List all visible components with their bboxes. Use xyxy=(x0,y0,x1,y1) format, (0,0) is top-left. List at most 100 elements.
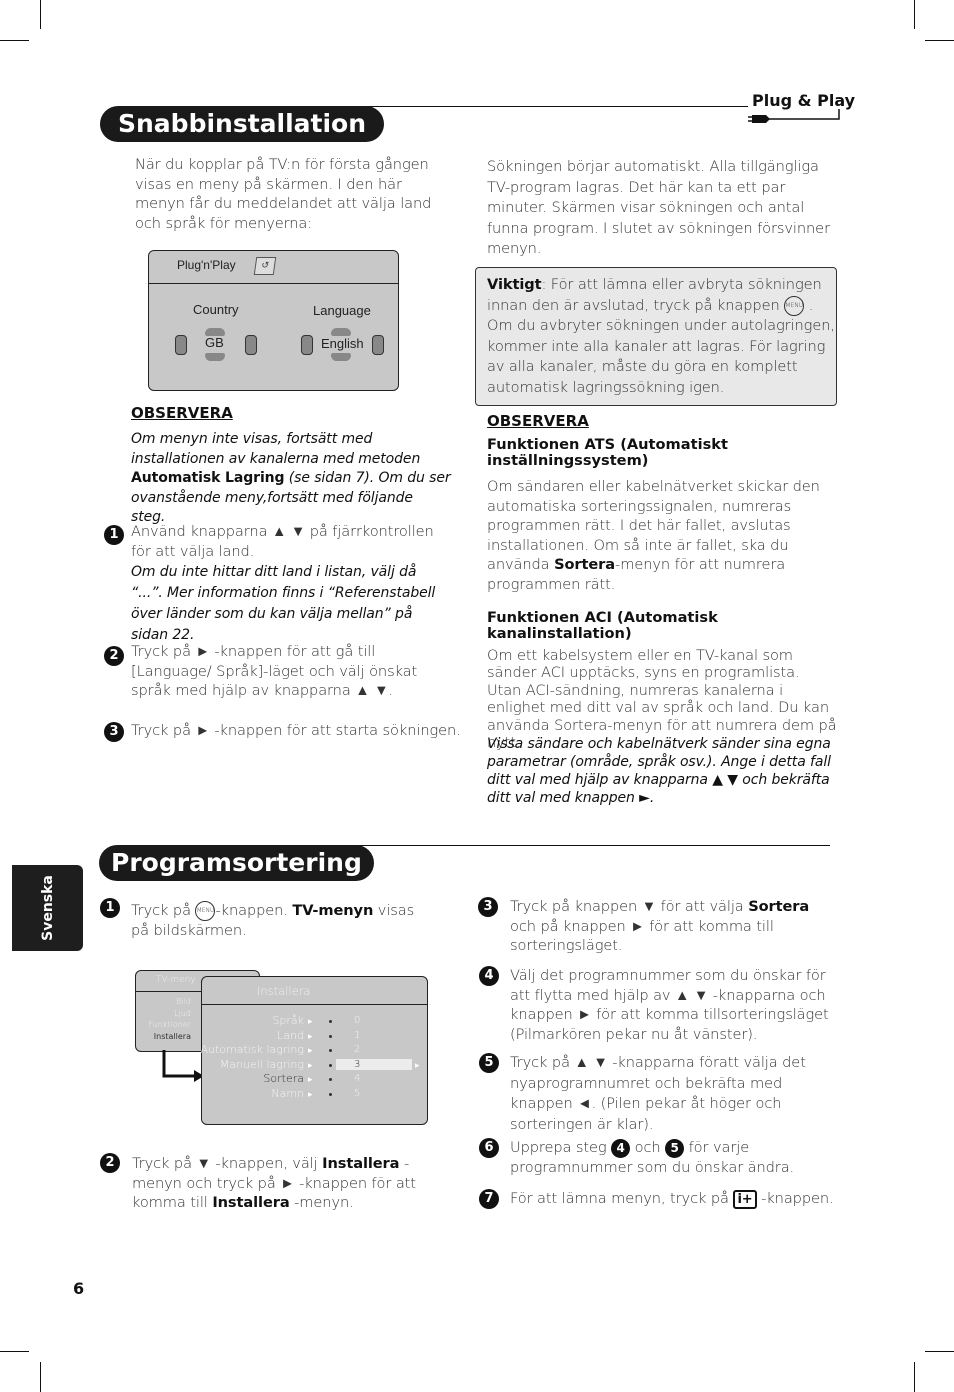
section-rule xyxy=(300,845,830,846)
tv-menu-item[interactable]: Bild xyxy=(149,996,191,1008)
submenu-arrow-icon: ▸ xyxy=(308,1075,313,1086)
crop-mark xyxy=(925,1351,954,1352)
text-part: -menyn. xyxy=(289,1194,354,1211)
step-ref-5: 5 xyxy=(665,1138,685,1158)
language-side-tab: Svenska xyxy=(12,865,83,951)
step-1-text: Använd knapparna ▲ ▼ på fjärrkontrollen … xyxy=(131,522,451,646)
plug-screen-icon: ↺ xyxy=(253,257,277,275)
text-part: Upprepa steg xyxy=(510,1139,612,1156)
step-number: 2 xyxy=(104,646,124,666)
sort-step-6-text: Upprepa steg 4 och 5 för varje programnu… xyxy=(510,1138,830,1177)
step-number: 1 xyxy=(100,898,120,918)
step-number: 4 xyxy=(479,966,499,986)
step-number: 3 xyxy=(478,897,498,917)
step-italic-note: Om du inte hittar ditt land i listan, vä… xyxy=(131,564,436,643)
important-box: Viktigt: För att lämna eller avbryta sök… xyxy=(475,267,837,406)
intro-text: När du kopplar på TV:n för första gången… xyxy=(135,156,432,232)
tv-menu-list: Bild Ljud Funktioner Installera xyxy=(149,996,191,1042)
step-3-text: Tryck på ► -knappen för att starta sökni… xyxy=(131,722,461,739)
crop-mark xyxy=(40,0,41,29)
sort-step-1-text: Tryck på MENU-knappen. TV-menyn visas på… xyxy=(131,901,431,941)
submenu-arrow-icon: ▸ xyxy=(308,1031,313,1042)
install-menu-item-label: Automatisk lagring xyxy=(200,1043,304,1057)
bullet-icon xyxy=(329,1034,332,1038)
program-number: 3 xyxy=(354,1058,361,1070)
step-number: 5 xyxy=(479,1053,499,1073)
installera-bold: Installera xyxy=(212,1194,290,1211)
note-bold: Automatisk Lagring xyxy=(131,470,285,486)
sort-step-7-text: För att lämna menyn, tryck på i+ -knappe… xyxy=(510,1189,840,1209)
step-ref-4: 4 xyxy=(611,1138,631,1158)
bullet-icon xyxy=(329,1049,332,1053)
ats-text: Om sändaren eller kabelnätverket skickar… xyxy=(487,477,832,594)
section-title-programsortering: Programsortering xyxy=(99,845,374,881)
menu-button-icon: MENU xyxy=(784,295,805,316)
install-menu-item-label: Land xyxy=(277,1028,304,1042)
text-part: Tryck på xyxy=(131,902,196,919)
step-text: Använd knapparna ▲ ▼ på fjärrkontrollen … xyxy=(131,523,434,560)
aci-italic-text: Vissa sändare och kabelnätverk sänder si… xyxy=(487,736,831,806)
install-menu-item-label: Manuell lagring xyxy=(219,1057,304,1071)
language-up-arrow-icon[interactable] xyxy=(331,328,351,336)
step-number: 3 xyxy=(104,722,124,742)
tv-menu-item[interactable]: Ljud xyxy=(149,1008,191,1020)
note-heading: OBSERVERA xyxy=(131,404,233,422)
side-tab-label: Svenska xyxy=(39,875,56,941)
submenu-arrow-icon: ▸ xyxy=(308,1046,313,1057)
bullet-icon xyxy=(329,1020,332,1023)
note-text-part: Om menyn inte visas, fortsätt med instal… xyxy=(131,431,421,467)
crop-mark xyxy=(914,1362,915,1392)
language-down-arrow-icon[interactable] xyxy=(331,353,351,361)
text-part: och xyxy=(630,1139,666,1156)
install-menu-row[interactable]: Manuell lagring ▸ ▸ 3 xyxy=(202,1058,426,1072)
bullet-icon xyxy=(329,1078,332,1082)
section-title-snabbinstallation: Snabbinstallation xyxy=(100,106,385,142)
language-left-arrow-icon[interactable] xyxy=(301,335,313,355)
ats-bold: Sortera xyxy=(554,556,616,573)
plugnplay-screen: Plug'n'Play ↺ Country Language GB Englis… xyxy=(148,250,399,391)
country-left-arrow-icon[interactable] xyxy=(175,335,187,355)
crop-mark xyxy=(40,1362,41,1392)
text-part: För att lämna menyn, tryck på xyxy=(510,1190,734,1207)
language-value: English xyxy=(321,336,364,351)
step-number: 7 xyxy=(479,1189,499,1209)
text-part: och på knappen ► för att komma till sort… xyxy=(510,917,774,955)
submenu-arrow-icon: ▸ xyxy=(308,1060,313,1071)
install-menu-row[interactable]: Språk ▸ 0 xyxy=(202,1014,426,1028)
important-label: Viktigt xyxy=(487,276,542,293)
program-number: 4 xyxy=(354,1073,361,1085)
important-text: Viktigt: För att lämna eller avbryta sök… xyxy=(487,275,837,398)
program-number: 0 xyxy=(354,1015,361,1026)
install-menu-row[interactable]: Sortera ▸ 4 xyxy=(202,1072,426,1086)
step-number: 2 xyxy=(100,1153,120,1173)
country-down-arrow-icon[interactable] xyxy=(205,353,225,361)
tv-menu-bold: TV-menyn xyxy=(292,902,374,919)
step-number: 6 xyxy=(479,1138,499,1158)
language-label: Language xyxy=(313,303,371,318)
tv-menu-item-selected[interactable]: Installera xyxy=(149,1031,191,1043)
install-menu-item-label: Språk xyxy=(272,1014,304,1027)
country-right-arrow-icon[interactable] xyxy=(245,335,257,355)
install-menu-row[interactable]: Land ▸ 1 xyxy=(202,1029,426,1043)
text-part: -knappen. xyxy=(756,1190,834,1207)
note2-heading: OBSERVERA xyxy=(487,412,589,430)
note-text: Om menyn inte visas, fortsätt med instal… xyxy=(131,430,451,528)
text-part: -knappen. xyxy=(215,902,293,919)
install-menu-row[interactable]: Automatisk lagring ▸ 2 xyxy=(200,1043,426,1057)
country-value: GB xyxy=(205,335,224,350)
submenu-arrow-icon: ▸ xyxy=(308,1017,313,1027)
tv-menu-item[interactable]: Funktioner xyxy=(149,1019,191,1031)
language-right-arrow-icon[interactable] xyxy=(372,335,384,355)
program-number: 5 xyxy=(354,1088,361,1099)
installera-bold: Installera xyxy=(322,1155,400,1172)
aci-heading: Funktionen ACI (Automatisk kanalinstalla… xyxy=(487,609,718,642)
sort-step-3-text: Tryck på knappen ▼ för att välja Sortera… xyxy=(510,897,830,956)
sort-step-4-text: Välj det programnummer som du önskar för… xyxy=(510,967,829,1043)
menu-button-icon: MENU xyxy=(195,901,216,921)
tv-menu-title: TV-meny xyxy=(156,975,196,985)
install-menu-item-label: Namn xyxy=(271,1087,304,1100)
install-menu-row[interactable]: Namn ▸ 5 xyxy=(202,1087,426,1101)
crop-mark xyxy=(925,40,954,41)
plug-and-play-logo: Plug & Play xyxy=(748,91,855,127)
crop-mark xyxy=(0,40,29,41)
